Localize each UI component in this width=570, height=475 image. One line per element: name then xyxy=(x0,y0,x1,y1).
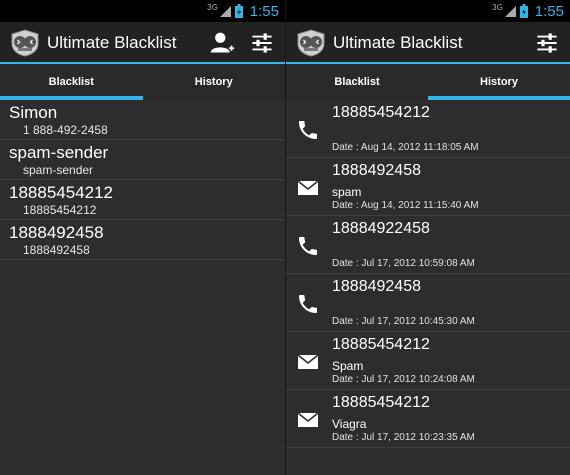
app-shield-icon[interactable] xyxy=(296,29,326,57)
blacklist-item-name: 18885454212 xyxy=(9,183,114,202)
battery-charging-icon xyxy=(234,4,243,18)
history-list: 18885454212 Date : Aug 14, 2012 11:18:05… xyxy=(286,100,570,448)
history-date: Date : Aug 14, 2012 11:18:05 AM xyxy=(332,142,479,153)
signal-icon xyxy=(219,5,231,17)
envelope-icon xyxy=(296,350,320,374)
app-title: Ultimate Blacklist xyxy=(47,33,177,52)
action-bar: Ultimate Blacklist xyxy=(286,22,570,64)
status-bar: 3G 1:55 xyxy=(0,0,285,22)
history-number: 18884922458 xyxy=(332,220,430,237)
history-number: 18885454212 xyxy=(332,394,430,411)
settings-button[interactable] xyxy=(247,28,277,58)
tab-history[interactable]: History xyxy=(428,64,570,100)
phone-icon xyxy=(296,292,320,316)
tab-bar: Blacklist History xyxy=(0,64,285,100)
phone-screen-history: 3G 1:55 Ultimate Blacklist Blacklist His… xyxy=(285,0,570,475)
phone-icon xyxy=(296,118,320,142)
history-item[interactable]: 1888492458 Date : Jul 17, 2012 10:45:30 … xyxy=(286,274,570,332)
blacklist-item-name: 1888492458 xyxy=(9,223,104,242)
history-item[interactable]: 18885454212 Viagra Date : Jul 17, 2012 1… xyxy=(286,390,570,448)
envelope-icon xyxy=(296,408,320,432)
blacklist-list: Simon 1 888-492-2458 spam-sender spam-se… xyxy=(0,100,285,260)
history-number: 1888492458 xyxy=(332,278,421,295)
app-shield-icon[interactable] xyxy=(10,29,40,57)
blacklist-item-name: Simon xyxy=(9,103,58,122)
history-message: Spam xyxy=(332,359,364,373)
tab-bar: Blacklist History xyxy=(286,64,570,100)
blacklist-item[interactable]: 18885454212 18885454212 xyxy=(0,180,285,220)
history-number: 1888492458 xyxy=(332,162,421,179)
envelope-icon xyxy=(296,176,320,200)
history-number: 18885454212 xyxy=(332,336,430,353)
app-title: Ultimate Blacklist xyxy=(333,33,463,52)
tab-blacklist[interactable]: Blacklist xyxy=(286,64,428,100)
blacklist-item[interactable]: spam-sender spam-sender xyxy=(0,140,285,180)
blacklist-item-number: spam-sender xyxy=(23,163,94,177)
blacklist-item[interactable]: 1888492458 1888492458 xyxy=(0,220,285,260)
history-number: 18885454212 xyxy=(332,104,430,121)
blacklist-item-number: 18885454212 xyxy=(23,203,97,217)
settings-button[interactable] xyxy=(532,28,562,58)
history-message: spam xyxy=(332,185,362,199)
history-item[interactable]: 1888492458 spam Date : Aug 14, 2012 11:1… xyxy=(286,158,570,216)
action-bar-actions xyxy=(207,28,285,58)
history-date: Date : Aug 14, 2012 11:15:40 AM xyxy=(332,200,479,211)
settings-sliders-icon xyxy=(535,31,559,55)
action-bar-actions xyxy=(532,28,570,58)
status-clock: 1:55 xyxy=(534,2,564,20)
history-item[interactable]: 18884922458 Date : Jul 17, 2012 10:59:08… xyxy=(286,216,570,274)
blacklist-item-number: 1 888-492-2458 xyxy=(23,123,108,137)
action-bar: Ultimate Blacklist xyxy=(0,22,285,64)
tab-blacklist[interactable]: Blacklist xyxy=(0,64,143,100)
status-bar: 3G 1:55 xyxy=(286,0,570,22)
phone-icon xyxy=(296,234,320,258)
add-contact-button[interactable] xyxy=(207,28,237,58)
blacklist-item-number: 1888492458 xyxy=(23,243,90,257)
network-type: 3G xyxy=(207,2,218,12)
history-date: Date : Jul 17, 2012 10:59:08 AM xyxy=(332,258,475,269)
signal-icon xyxy=(504,5,516,17)
network-type: 3G xyxy=(492,2,503,12)
add-user-icon xyxy=(209,30,235,56)
history-date: Date : Jul 17, 2012 10:45:30 AM xyxy=(332,316,475,327)
phone-screen-blacklist: 3G 1:55 Ultimate Blacklist Blacklist His… xyxy=(0,0,285,475)
history-message: Viagra xyxy=(332,417,367,431)
tab-history[interactable]: History xyxy=(143,64,286,100)
status-clock: 1:55 xyxy=(249,2,279,20)
blacklist-item-name: spam-sender xyxy=(9,143,109,162)
history-item[interactable]: 18885454212 Date : Aug 14, 2012 11:18:05… xyxy=(286,100,570,158)
blacklist-item[interactable]: Simon 1 888-492-2458 xyxy=(0,100,285,140)
history-date: Date : Jul 17, 2012 10:23:35 AM xyxy=(332,432,475,443)
screenshot-pair: 3G 1:55 Ultimate Blacklist Blacklist His… xyxy=(0,0,570,475)
battery-charging-icon xyxy=(519,4,528,18)
history-item[interactable]: 18885454212 Spam Date : Jul 17, 2012 10:… xyxy=(286,332,570,390)
settings-sliders-icon xyxy=(250,31,274,55)
history-date: Date : Jul 17, 2012 10:24:08 AM xyxy=(332,374,475,385)
